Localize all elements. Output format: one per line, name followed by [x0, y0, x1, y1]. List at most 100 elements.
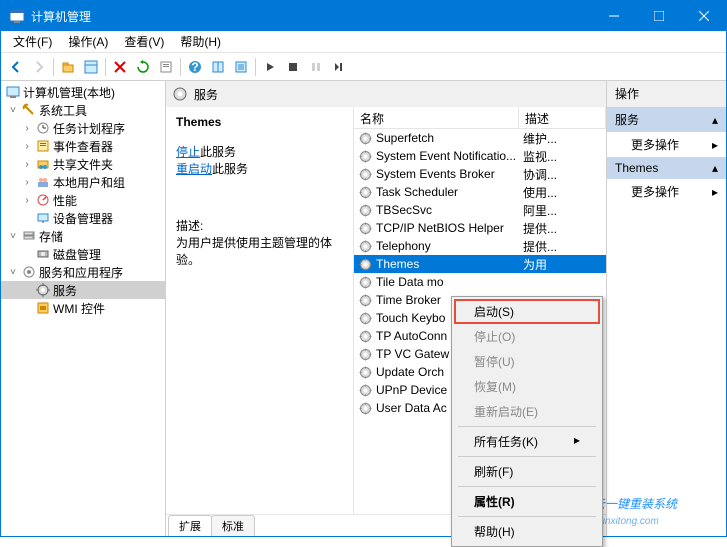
stop-service-link[interactable]: 停止 — [176, 145, 200, 159]
list-button[interactable] — [230, 56, 252, 78]
col-name-header[interactable]: 名称 — [354, 107, 519, 128]
service-name: Telephony — [376, 239, 523, 253]
performance-icon — [35, 192, 51, 208]
services-title: 服务 — [194, 86, 218, 103]
play-button[interactable] — [259, 56, 281, 78]
context-resume[interactable]: 恢复(M) — [454, 374, 600, 399]
context-pause[interactable]: 暂停(U) — [454, 349, 600, 374]
computer-icon — [5, 84, 21, 100]
tree-performance[interactable]: › 性能 — [1, 191, 165, 209]
service-row[interactable]: TBSecSvc阿里... — [354, 201, 606, 219]
service-row[interactable]: Telephony提供... — [354, 237, 606, 255]
service-row[interactable]: Task Scheduler使用... — [354, 183, 606, 201]
context-help[interactable]: 帮助(H) — [454, 519, 600, 544]
stop-button[interactable] — [282, 56, 304, 78]
context-properties[interactable]: 属性(R) — [454, 489, 600, 514]
gear-icon — [358, 293, 372, 307]
menu-file[interactable]: 文件(F) — [5, 31, 60, 52]
service-row[interactable]: Themes为用 — [354, 255, 606, 273]
expander-icon[interactable]: › — [21, 141, 33, 152]
menu-action[interactable]: 操作(A) — [60, 31, 116, 52]
menu-view[interactable]: 查看(V) — [116, 31, 172, 52]
minimize-button[interactable] — [591, 1, 636, 31]
delete-button[interactable] — [109, 56, 131, 78]
tree-label: 设备管理器 — [53, 210, 113, 227]
pause-button[interactable] — [305, 56, 327, 78]
tree-systools[interactable]: ˅ 系统工具 — [1, 101, 165, 119]
service-desc: 监视... — [523, 148, 557, 165]
gear-icon — [358, 239, 372, 253]
service-name: Task Scheduler — [376, 185, 523, 199]
tree-diskmgmt[interactable]: 磁盘管理 — [1, 245, 165, 263]
service-row[interactable]: TCP/IP NetBIOS Helper提供... — [354, 219, 606, 237]
help-button[interactable]: ? — [184, 56, 206, 78]
gear-icon — [358, 347, 372, 361]
tree-servicesapps[interactable]: ˅ 服务和应用程序 — [1, 263, 165, 281]
chevron-up-icon: ▴ — [712, 113, 718, 127]
actions-themes-header[interactable]: Themes ▴ — [607, 157, 726, 179]
close-button[interactable] — [681, 1, 726, 31]
actions-more[interactable]: 更多操作 ▸ — [607, 132, 726, 157]
tab-standard[interactable]: 标准 — [211, 515, 255, 536]
tree-label: 性能 — [53, 192, 77, 209]
actions-pane: 操作 服务 ▴ 更多操作 ▸ Themes ▴ 更多操作 ▸ — [607, 81, 726, 536]
service-row[interactable]: Superfetch维护... — [354, 129, 606, 147]
expander-icon[interactable]: › — [21, 159, 33, 170]
svg-text:?: ? — [191, 60, 198, 74]
tree-localusers[interactable]: › 本地用户和组 — [1, 173, 165, 191]
service-desc: 提供... — [523, 220, 557, 237]
service-row[interactable]: System Event Notificatio...监视... — [354, 147, 606, 165]
context-alltasks[interactable]: 所有任务(K)▸ — [454, 429, 600, 454]
context-restart[interactable]: 重新启动(E) — [454, 399, 600, 424]
gear-icon — [358, 221, 372, 235]
tree-services[interactable]: 服务 — [1, 281, 165, 299]
separator — [458, 486, 596, 487]
up-button[interactable] — [57, 56, 79, 78]
service-row[interactable]: System Events Broker协调... — [354, 165, 606, 183]
tree-wmi[interactable]: WMI 控件 — [1, 299, 165, 317]
tree-devicemgr[interactable]: 设备管理器 — [1, 209, 165, 227]
toolbar: ? — [1, 53, 726, 81]
refresh-button[interactable] — [132, 56, 154, 78]
context-menu: 启动(S) 停止(O) 暂停(U) 恢复(M) 重新启动(E) 所有任务(K)▸… — [451, 296, 603, 547]
expander-icon[interactable]: ˅ — [7, 267, 19, 278]
forward-button[interactable] — [28, 56, 50, 78]
context-start[interactable]: 启动(S) — [454, 299, 600, 324]
expander-icon[interactable]: › — [21, 195, 33, 206]
gear-icon — [358, 311, 372, 325]
expander-icon[interactable]: › — [21, 123, 33, 134]
service-row[interactable]: Tile Data mo — [354, 273, 606, 291]
tree-label: 服务 — [53, 282, 77, 299]
actions-more-label: 更多操作 — [631, 136, 679, 153]
tree-sharedfolders[interactable]: › 共享文件夹 — [1, 155, 165, 173]
maximize-button[interactable] — [636, 1, 681, 31]
tree-eventviewer[interactable]: › 事件查看器 — [1, 137, 165, 155]
tree-storage[interactable]: ˅ 存储 — [1, 227, 165, 245]
chevron-right-icon: ▸ — [574, 433, 580, 450]
view-button[interactable] — [80, 56, 102, 78]
export-button[interactable] — [155, 56, 177, 78]
back-button[interactable] — [5, 56, 27, 78]
actions-services-header[interactable]: 服务 ▴ — [607, 107, 726, 132]
context-stop[interactable]: 停止(O) — [454, 324, 600, 349]
tree-label: 任务计划程序 — [53, 120, 125, 137]
actions-more-themes[interactable]: 更多操作 ▸ — [607, 179, 726, 204]
gear-icon — [358, 167, 372, 181]
tree-root[interactable]: 计算机管理(本地) — [1, 83, 165, 101]
tree-taskscheduler[interactable]: › 任务计划程序 — [1, 119, 165, 137]
chevron-right-icon: ▸ — [712, 138, 718, 152]
col-desc-header[interactable]: 描述 — [519, 107, 606, 128]
main-area: 计算机管理(本地) ˅ 系统工具 › 任务计划程序 › 事件查看器 › 共享文件… — [1, 81, 726, 536]
restart-button[interactable] — [328, 56, 350, 78]
context-refresh[interactable]: 刷新(F) — [454, 459, 600, 484]
tab-extended[interactable]: 扩展 — [168, 515, 212, 536]
expander-icon[interactable]: ˅ — [7, 105, 19, 116]
users-icon — [35, 174, 51, 190]
restart-service-link[interactable]: 重启动 — [176, 162, 212, 176]
service-desc: 协调... — [523, 166, 557, 183]
expander-icon[interactable]: › — [21, 177, 33, 188]
event-icon — [35, 138, 51, 154]
properties-button[interactable] — [207, 56, 229, 78]
expander-icon[interactable]: ˅ — [7, 231, 19, 242]
menu-help[interactable]: 帮助(H) — [172, 31, 229, 52]
